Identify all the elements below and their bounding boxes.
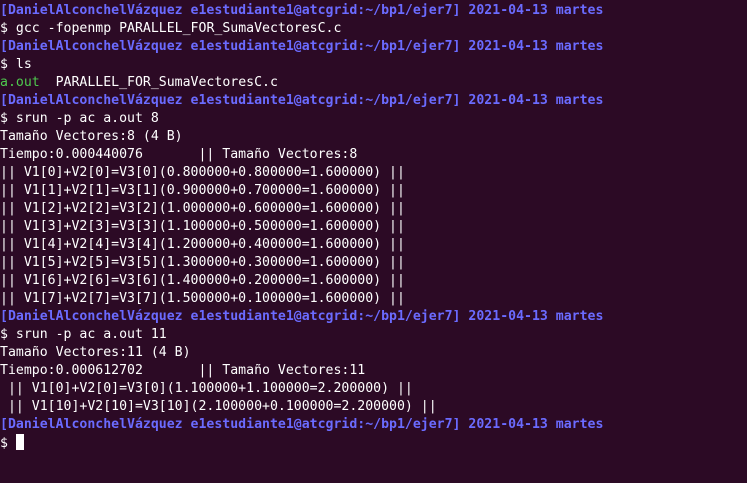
prompt-line: [DanielAlconchelVázquez e1estudiante1@at… xyxy=(0,92,747,110)
output-line: || V1[7]+V2[7]=V3[7](1.500000+0.100000=1… xyxy=(0,291,405,306)
output-line: || V1[6]+V2[6]=V3[6](1.400000+0.200000=1… xyxy=(0,273,405,288)
output-line: || V1[0]+V2[0]=V3[0](1.100000+1.100000=2… xyxy=(0,381,413,396)
output-line: || V1[1]+V2[1]=V3[1](0.900000+0.700000=1… xyxy=(0,183,405,198)
dollar-sign: $ xyxy=(0,436,16,451)
input-line: $ xyxy=(0,434,747,452)
terminal-window[interactable]: [DanielAlconchelVázquez e1estudiante1@at… xyxy=(0,0,747,483)
command-line: $ srun -p ac a.out 11 xyxy=(0,326,747,344)
command-text: srun -p ac a.out 11 xyxy=(15,327,167,342)
dollar-sign: $ xyxy=(0,57,16,72)
prompt-text: [DanielAlconchelVázquez e1estudiante1@at… xyxy=(0,3,604,18)
output-line: || V1[2]+V2[2]=V3[2](1.000000+0.600000=1… xyxy=(0,201,405,216)
prompt-text: [DanielAlconchelVázquez e1estudiante1@at… xyxy=(0,417,604,432)
output-line: || V1[5]+V2[5]=V3[5](1.300000+0.300000=1… xyxy=(0,255,405,270)
executable-file: a.out xyxy=(0,75,40,90)
prompt-line: [DanielAlconchelVázquez e1estudiante1@at… xyxy=(0,38,747,56)
command-line: $ ls xyxy=(0,56,747,74)
output-line: Tamaño Vectores:11 (4 B) xyxy=(0,345,191,360)
prompt-line: [DanielAlconchelVázquez e1estudiante1@at… xyxy=(0,416,747,434)
source-file: PARALLEL_FOR_SumaVectoresC.c xyxy=(39,75,278,90)
output-line: || V1[3]+V2[3]=V3[3](1.100000+0.500000=1… xyxy=(0,219,405,234)
output-line: || V1[10]+V2[10]=V3[10](2.100000+0.10000… xyxy=(0,399,437,414)
dollar-sign: $ xyxy=(0,111,16,126)
ls-output-line: a.out PARALLEL_FOR_SumaVectoresC.c xyxy=(0,74,747,92)
output-line: Tamaño Vectores:8 (4 B) xyxy=(0,129,183,144)
prompt-line: [DanielAlconchelVázquez e1estudiante1@at… xyxy=(0,2,747,20)
dollar-sign: $ xyxy=(0,327,16,342)
command-line: $ gcc -fopenmp PARALLEL_FOR_SumaVectores… xyxy=(0,20,747,38)
prompt-line: [DanielAlconchelVázquez e1estudiante1@at… xyxy=(0,308,747,326)
prompt-text: [DanielAlconchelVázquez e1estudiante1@at… xyxy=(0,93,604,108)
command-text: srun -p ac a.out 8 xyxy=(15,111,159,126)
prompt-text: [DanielAlconchelVázquez e1estudiante1@at… xyxy=(0,39,604,54)
output-line: || V1[4]+V2[4]=V3[4](1.200000+0.400000=1… xyxy=(0,237,405,252)
command-text: ls xyxy=(15,57,32,72)
output-line: || V1[0]+V2[0]=V3[0](0.800000+0.800000=1… xyxy=(0,165,405,180)
dollar-sign: $ xyxy=(0,21,16,36)
output-line: Tiempo:0.000440076 || Tamaño Vectores:8 xyxy=(0,147,358,162)
output-line: Tiempo:0.000612702 || Tamaño Vectores:11 xyxy=(0,363,366,378)
command-line: $ srun -p ac a.out 8 xyxy=(0,110,747,128)
prompt-text: [DanielAlconchelVázquez e1estudiante1@at… xyxy=(0,309,604,324)
command-text: gcc -fopenmp PARALLEL_FOR_SumaVectoresC.… xyxy=(15,21,342,36)
text-cursor xyxy=(15,434,24,450)
